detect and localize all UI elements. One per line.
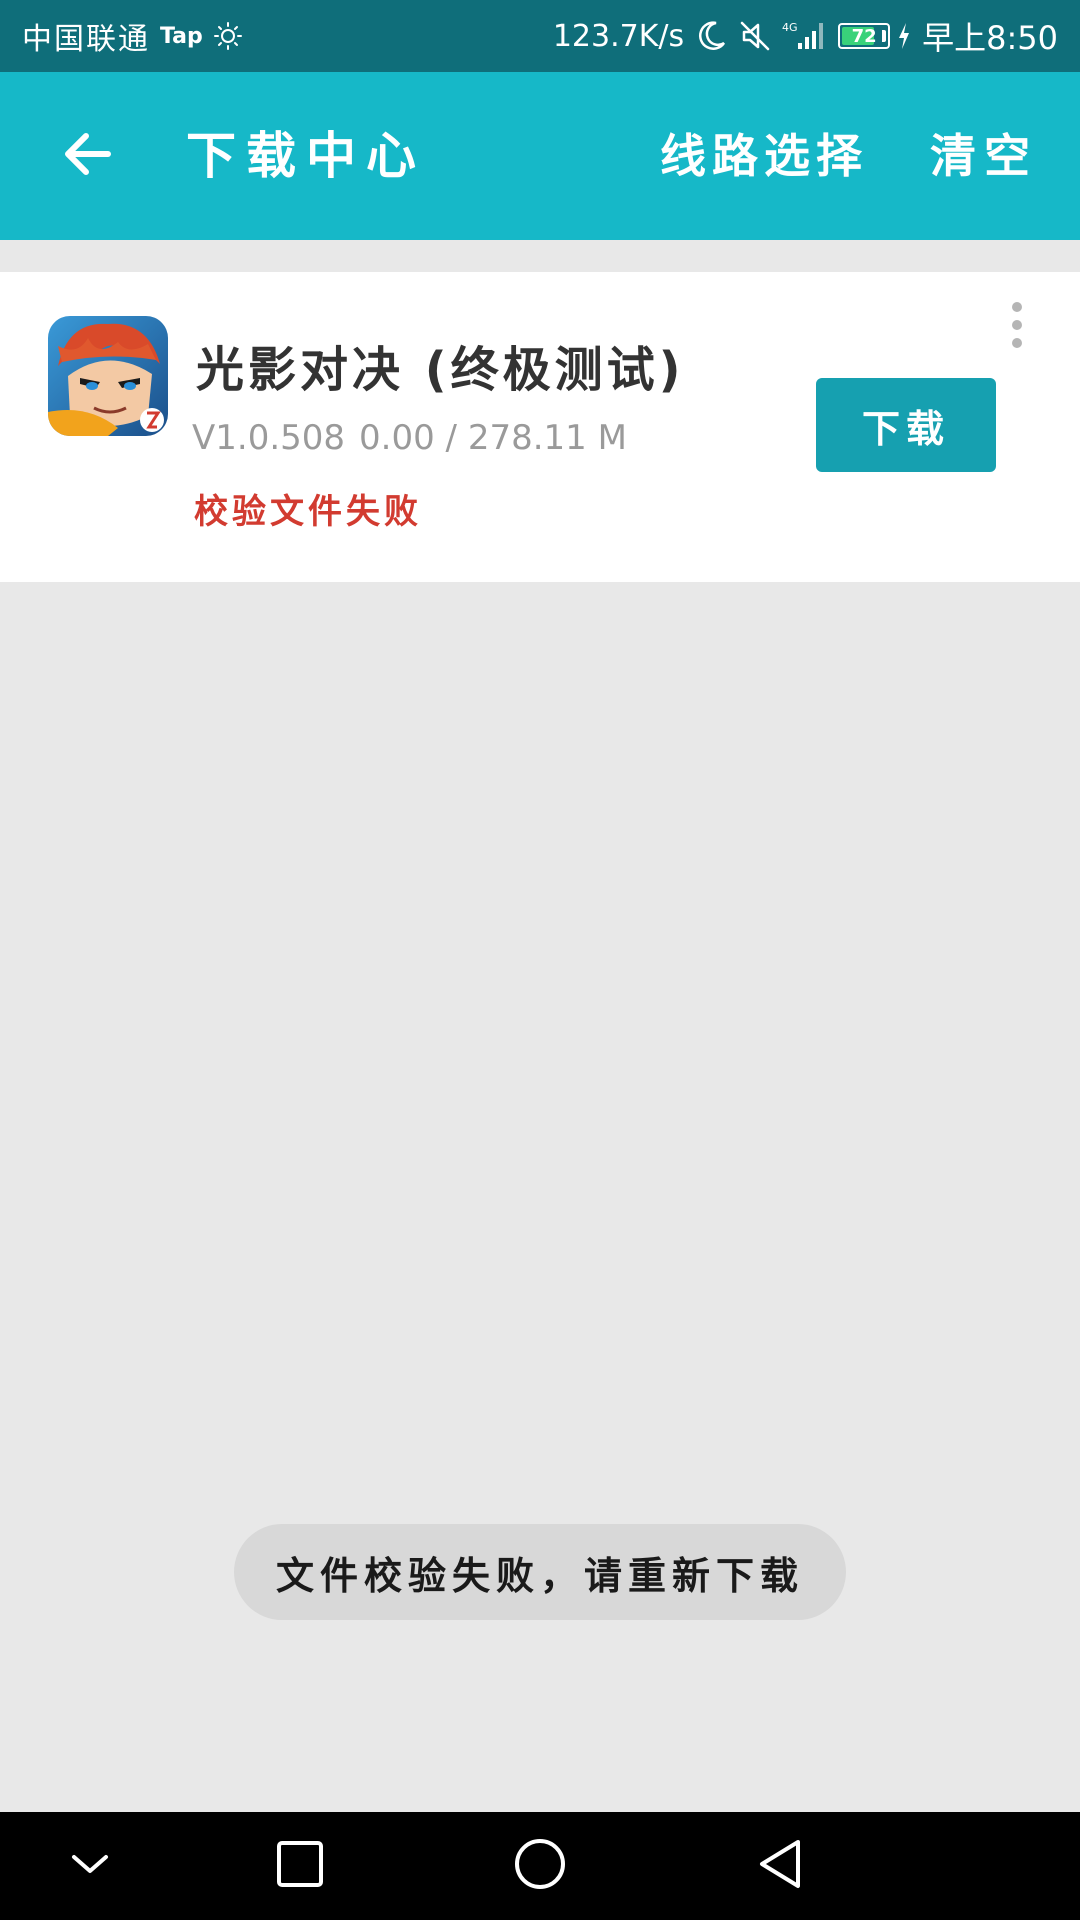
moon-icon xyxy=(694,19,728,53)
download-item-error: 校验文件失败 xyxy=(194,492,422,532)
app-bar: 下载中心 线路选择 清空 xyxy=(0,72,1080,240)
network-speed: 123.7K/s xyxy=(552,18,685,54)
square-icon xyxy=(275,1839,325,1893)
nav-collapse-button[interactable] xyxy=(30,1812,150,1920)
navigation-bar xyxy=(0,1812,1080,1920)
route-select-button[interactable]: 线路选择 xyxy=(660,72,868,240)
circle-icon xyxy=(512,1836,568,1896)
download-item-version: V1.0.508 xyxy=(192,418,346,458)
more-vert-icon-dot xyxy=(1012,320,1022,330)
battery-level: 72 xyxy=(851,25,877,47)
mute-icon xyxy=(738,19,772,53)
download-item-title: 光影对决 (终极测试) xyxy=(196,342,685,398)
more-vert-icon-dot xyxy=(1012,338,1022,348)
download-item-meta: V1.0.508 0.00 / 278.11 M xyxy=(192,418,627,458)
nav-recents-button[interactable] xyxy=(240,1812,360,1920)
download-button[interactable]: 下载 xyxy=(816,378,996,472)
sun-icon xyxy=(213,21,243,51)
nav-back-button[interactable] xyxy=(720,1812,840,1920)
charging-icon xyxy=(896,21,912,51)
download-list-item[interactable]: 光影对决 (终极测试) V1.0.508 0.00 / 278.11 M 校验文… xyxy=(0,272,1080,582)
nav-home-button[interactable] xyxy=(480,1812,600,1920)
download-item-progress: 0.00 / 278.11 M xyxy=(359,418,627,458)
toast-message: 文件校验失败，请重新下载 xyxy=(234,1524,846,1620)
arrow-left-icon xyxy=(60,126,116,186)
signal-icon: 4G xyxy=(782,19,828,53)
triangle-back-icon xyxy=(754,1836,806,1896)
back-button[interactable] xyxy=(48,116,128,196)
clock: 早上8:50 xyxy=(922,19,1058,57)
battery-icon: 72 xyxy=(838,23,891,49)
battery-indicator: 72 xyxy=(838,23,891,49)
page-title: 下载中心 xyxy=(186,127,426,185)
status-bar: 中国联通 Tap 123.7K/s 4G 72 早上8:50 xyxy=(0,0,1080,72)
status-bar-right: 123.7K/s 4G 72 早上8:50 xyxy=(553,0,1058,72)
status-bar-left: 中国联通 Tap xyxy=(22,0,243,72)
clear-button[interactable]: 清空 xyxy=(930,72,1038,240)
network-type-label: 4G xyxy=(782,21,798,34)
game-icon xyxy=(48,316,168,436)
more-vert-icon xyxy=(1012,302,1022,312)
chevron-down-icon xyxy=(68,1849,112,1883)
tap-app-label: Tap xyxy=(160,23,203,49)
more-options-button[interactable] xyxy=(1000,302,1034,348)
carrier-name: 中国联通 xyxy=(22,22,150,57)
